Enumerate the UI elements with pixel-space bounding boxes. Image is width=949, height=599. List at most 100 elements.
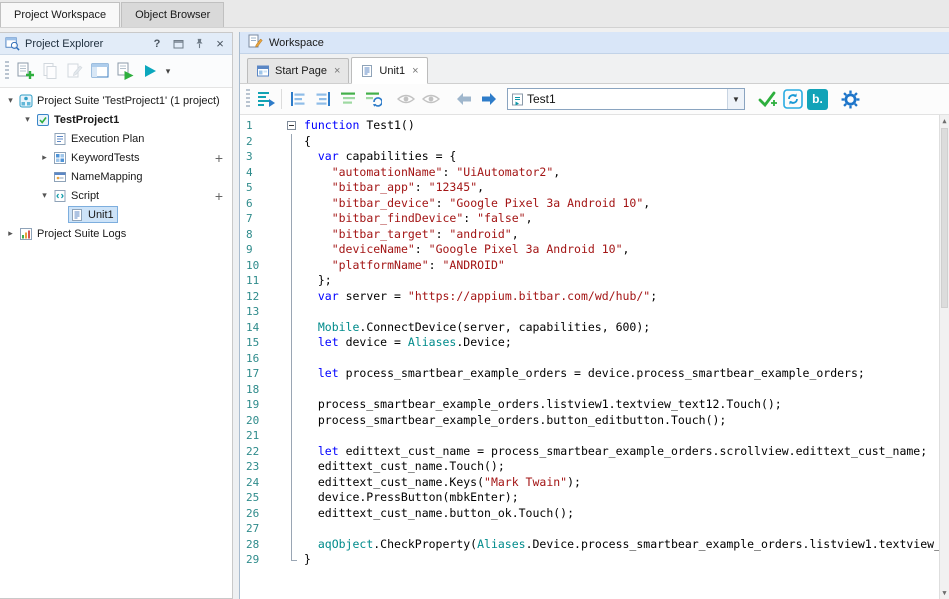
tree-item-unit1[interactable]: Unit1 xyxy=(0,205,232,224)
code-line[interactable]: 23 edittext_cust_name.Touch(); xyxy=(240,459,939,475)
add-new-item-button[interactable] xyxy=(12,59,37,83)
watch-eye-alt-icon[interactable] xyxy=(418,87,443,111)
vertical-scrollbar[interactable]: ▲ ▼ xyxy=(939,115,949,599)
line-number[interactable]: 18 xyxy=(240,382,283,398)
go-to-definition-icon[interactable] xyxy=(253,87,278,111)
tree-item-testproject1[interactable]: ▾TestProject1 xyxy=(0,110,232,129)
navigate-back-icon[interactable] xyxy=(451,87,476,111)
language-badge-icon[interactable]: b. xyxy=(805,87,830,111)
code-line[interactable]: 27 xyxy=(240,521,939,537)
code-line[interactable]: 28 aqObject.CheckProperty(Aliases.Device… xyxy=(240,537,939,553)
code-line[interactable]: 10 "platformName": "ANDROID" xyxy=(240,258,939,274)
line-number[interactable]: 13 xyxy=(240,304,283,320)
code-line[interactable]: 26 edittext_cust_name.button_ok.Touch(); xyxy=(240,506,939,522)
line-number[interactable]: 4 xyxy=(240,165,283,181)
edit-page-button[interactable] xyxy=(62,59,87,83)
code-line[interactable]: 3 var capabilities = { xyxy=(240,149,939,165)
collapse-arrow-icon[interactable]: ▾ xyxy=(21,114,34,125)
close-icon[interactable]: × xyxy=(212,36,228,52)
float-window-icon[interactable] xyxy=(170,36,186,52)
line-number[interactable]: 20 xyxy=(240,413,283,429)
close-tab-button[interactable]: × xyxy=(334,65,340,77)
line-number[interactable]: 16 xyxy=(240,351,283,367)
line-number[interactable]: 28 xyxy=(240,537,283,553)
add-item-button[interactable]: + xyxy=(212,189,226,203)
line-number[interactable]: 15 xyxy=(240,335,283,351)
line-number[interactable]: 21 xyxy=(240,428,283,444)
line-number[interactable]: 22 xyxy=(240,444,283,460)
format-sync-icon[interactable] xyxy=(360,87,385,111)
close-tab-button[interactable]: × xyxy=(412,65,418,77)
code-line[interactable]: 13 xyxy=(240,304,939,320)
code-editor-lines[interactable]: 1function Test1()2{3 var capabilities = … xyxy=(240,115,939,599)
add-check-button[interactable] xyxy=(755,87,780,111)
code-line[interactable]: 24 edittext_cust_name.Keys("Mark Twain")… xyxy=(240,475,939,491)
code-line[interactable]: 9 "deviceName": "Google Pixel 3a Android… xyxy=(240,242,939,258)
align-left-edges-icon[interactable] xyxy=(285,87,310,111)
expand-arrow-icon[interactable]: ▸ xyxy=(38,152,51,163)
help-icon[interactable]: ? xyxy=(149,36,165,52)
tab-project-workspace[interactable]: Project Workspace xyxy=(0,2,120,27)
code-line[interactable]: 2{ xyxy=(240,134,939,150)
code-line[interactable]: 7 "bitbar_findDevice": "false", xyxy=(240,211,939,227)
line-number[interactable]: 2 xyxy=(240,134,283,150)
collapse-arrow-icon[interactable]: ▾ xyxy=(38,190,51,201)
routine-selector[interactable]: Test1 ▼ xyxy=(507,88,745,110)
navigate-forward-icon[interactable] xyxy=(476,87,501,111)
line-number[interactable]: 14 xyxy=(240,320,283,336)
code-line[interactable]: 21 xyxy=(240,428,939,444)
settings-gear-icon[interactable] xyxy=(838,87,863,111)
code-line[interactable]: 1function Test1() xyxy=(240,118,939,134)
project-tree[interactable]: ▾Project Suite 'TestProject1' (1 project… xyxy=(0,88,232,598)
line-number[interactable]: 29 xyxy=(240,552,283,568)
panel-view-button[interactable] xyxy=(87,59,112,83)
toolbar-grip[interactable] xyxy=(5,61,9,81)
code-line[interactable]: 16 xyxy=(240,351,939,367)
expand-arrow-icon[interactable]: ▸ xyxy=(4,228,17,239)
watch-eye-icon[interactable] xyxy=(393,87,418,111)
code-line[interactable]: 8 "bitbar_target": "android", xyxy=(240,227,939,243)
tree-item-script[interactable]: ▾Script+ xyxy=(0,186,232,205)
chevron-down-icon[interactable]: ▼ xyxy=(727,89,744,109)
line-number[interactable]: 26 xyxy=(240,506,283,522)
tree-item-execution-plan[interactable]: Execution Plan xyxy=(0,129,232,148)
code-line[interactable]: 14 Mobile.ConnectDevice(server, capabili… xyxy=(240,320,939,336)
code-line[interactable]: 29} xyxy=(240,552,939,568)
line-number[interactable]: 24 xyxy=(240,475,283,491)
code-line[interactable]: 20 process_smartbear_example_orders.butt… xyxy=(240,413,939,429)
scroll-up-icon[interactable]: ▲ xyxy=(940,115,949,127)
line-number[interactable]: 5 xyxy=(240,180,283,196)
line-number[interactable]: 27 xyxy=(240,521,283,537)
clone-page-button[interactable] xyxy=(37,59,62,83)
code-line[interactable]: 12 var server = "https://appium.bitbar.c… xyxy=(240,289,939,305)
tree-item-project-suite[interactable]: ▾Project Suite 'TestProject1' (1 project… xyxy=(0,91,232,110)
code-line[interactable]: 25 device.PressButton(mbkEnter); xyxy=(240,490,939,506)
code-line[interactable]: 22 let edittext_cust_name = process_smar… xyxy=(240,444,939,460)
line-number[interactable]: 10 xyxy=(240,258,283,274)
tree-item-project-suite-logs[interactable]: ▸Project Suite Logs xyxy=(0,224,232,243)
code-editor[interactable]: 1function Test1()2{3 var capabilities = … xyxy=(240,115,949,599)
toolbar-grip[interactable] xyxy=(246,89,250,109)
line-number[interactable]: 12 xyxy=(240,289,283,305)
line-number[interactable]: 9 xyxy=(240,242,283,258)
line-number[interactable]: 17 xyxy=(240,366,283,382)
tab-start-page[interactable]: Start Page × xyxy=(247,58,349,83)
fold-collapse-icon[interactable] xyxy=(283,118,302,134)
code-line[interactable]: 4 "automationName": "UiAutomator2", xyxy=(240,165,939,181)
line-number[interactable]: 6 xyxy=(240,196,283,212)
line-number[interactable]: 11 xyxy=(240,273,283,289)
pin-icon[interactable] xyxy=(191,36,207,52)
scroll-down-icon[interactable]: ▼ xyxy=(940,587,949,599)
line-number[interactable]: 19 xyxy=(240,397,283,413)
tree-item-namemapping[interactable]: NameMapping xyxy=(0,167,232,186)
code-line[interactable]: 11 }; xyxy=(240,273,939,289)
add-item-button[interactable]: + xyxy=(212,151,226,165)
code-line[interactable]: 19 process_smartbear_example_orders.list… xyxy=(240,397,939,413)
scrollbar-thumb[interactable] xyxy=(941,128,948,308)
line-number[interactable]: 8 xyxy=(240,227,283,243)
format-lines-icon[interactable] xyxy=(335,87,360,111)
line-number[interactable]: 23 xyxy=(240,459,283,475)
line-number[interactable]: 25 xyxy=(240,490,283,506)
code-line[interactable]: 15 let device = Aliases.Device; xyxy=(240,335,939,351)
collapse-arrow-icon[interactable]: ▾ xyxy=(4,95,17,106)
